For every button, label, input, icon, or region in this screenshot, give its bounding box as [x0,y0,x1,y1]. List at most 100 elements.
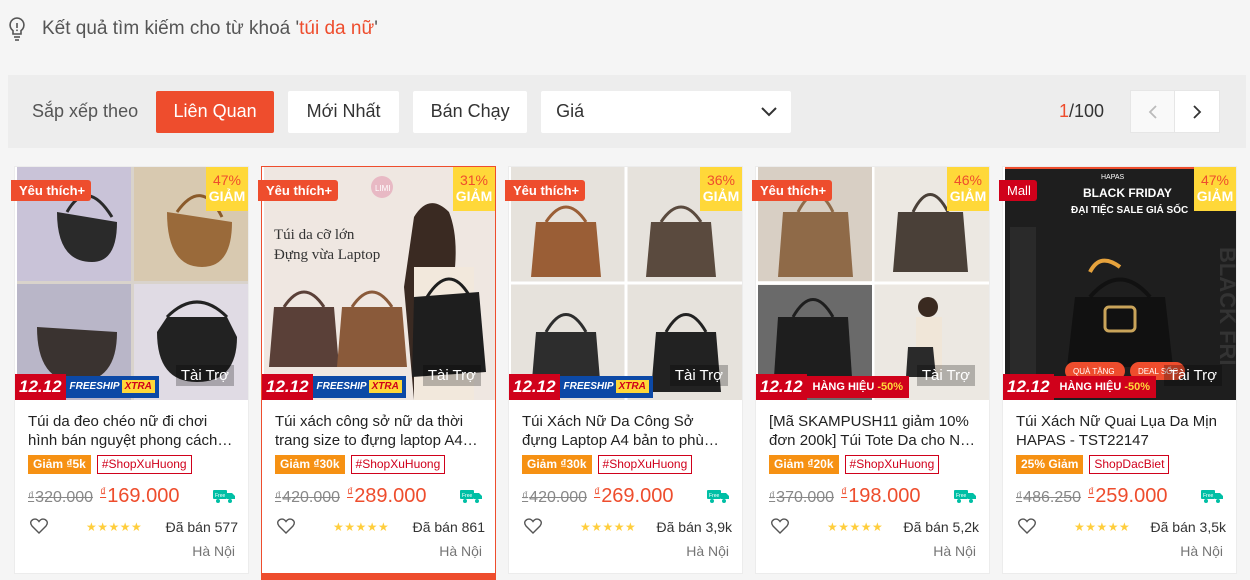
shop-location: Hà Nội [933,543,976,559]
promo-strip: 12.12 HÀNG HIỆU -50% [1003,374,1157,400]
discount-badge: 47% GIẢM [206,167,248,211]
discount-badge: 31% GIẢM [453,167,495,211]
original-price: ₫370.000 [769,489,835,506]
search-hint-text: Kết quả tìm kiếm cho từ khoá 'túi da nữ' [42,18,378,39]
price-sort-label: Giá [556,101,585,121]
search-keyword: túi da nữ [299,18,375,39]
find-similar-button[interactable] [261,573,496,580]
sale-price: ₫169.000 [100,485,180,507]
promo-strip: 12.12 HÀNG HIỆU -50% [756,374,910,400]
freeship-truck-icon: Free [706,486,730,504]
heart-icon[interactable] [524,518,544,536]
svg-text:BLACK FRIDAY: BLACK FRIDAY [1083,186,1172,200]
rating-stars: ★★★★★ [333,520,390,534]
chevron-right-icon [1193,104,1202,119]
original-price: ₫420.000 [275,489,341,506]
shop-location: Hà Nội [1180,543,1223,559]
promo-strip: 12.12 FREESHIP XTRA [262,374,406,400]
shop-voucher-tag: 25% Giảm [1016,455,1084,474]
promo-1212-label: 12.12 [262,374,313,400]
sort-label: Sắp xếp theo [32,101,139,121]
discount-badge: 46% GIẢM [947,167,989,211]
product-name[interactable]: Túi da đeo chéo nữ đi chơi hình bán nguy… [28,412,238,450]
freeship-truck-icon: Free [459,486,483,504]
sale-price: ₫269.000 [594,485,674,507]
rating-stars: ★★★★★ [580,520,637,534]
sold-count: Đã bán 577 [165,519,238,535]
price-sort-select[interactable]: Giá [541,90,792,133]
shop-hashtag: #ShopXuHuong [844,455,940,474]
page-total: /100 [1068,101,1104,121]
shop-voucher-tag: Giảm ₫20k [769,455,839,474]
product-card[interactable]: LIMI Túi da cỡ lớn Đựng vừa Laptop Yêu t… [258,166,496,580]
mall-badge: Mall [999,180,1037,201]
svg-text:Đựng vừa Laptop: Đựng vừa Laptop [274,247,380,263]
svg-text:BLACK FRI: BLACK FRI [1215,247,1236,366]
freeship-xtra-label: FREESHIP XTRA [559,376,653,398]
discount-badge: 36% GIẢM [700,167,742,211]
svg-text:Túi da cỡ lớn: Túi da cỡ lớn [274,227,355,243]
freeship-truck-icon: Free [1200,486,1224,504]
sold-count: Đã bán 3,5k [1150,519,1227,535]
search-result-hint: Kết quả tìm kiếm cho từ khoá 'túi da nữ' [0,0,1250,58]
rating-stars: ★★★★★ [1074,520,1131,534]
sort-relevance-button[interactable]: Liên Quan [156,90,275,133]
heart-icon[interactable] [30,518,50,536]
svg-text:Free: Free [956,493,967,499]
shop-location: Hà Nội [686,543,729,559]
product-name[interactable]: [Mã SKAMPUSH11 giảm 10% đơn 200k] Túi To… [769,412,979,450]
lightbulb-icon [6,16,28,42]
sponsored-label: Tài Trợ [422,365,481,386]
sale-price: ₫198.000 [841,485,921,507]
promo-1212-label: 12.12 [756,374,807,400]
freeship-truck-icon: Free [212,486,236,504]
brand-sale-label: HÀNG HIỆU -50% [806,376,910,398]
chevron-down-icon [761,101,777,122]
product-card[interactable]: Yêu thích+ 46% GIẢM Tài Trợ 12.12 HÀNG HI… [752,166,990,574]
sold-count: Đã bán 3,9k [656,519,733,535]
heart-icon[interactable] [771,518,791,536]
sponsored-label: Tài Trợ [1163,365,1222,386]
sort-bestselling-button[interactable]: Bán Chạy [413,90,528,133]
heart-icon[interactable] [1018,518,1038,536]
original-price: ₫486.250 [1016,489,1082,506]
sort-newest-button[interactable]: Mới Nhất [288,90,400,133]
page-current: 1 [1058,101,1069,121]
shop-voucher-tag: Giảm ₫30k [522,455,592,474]
product-name[interactable]: Túi Xách Nữ Quai Lụa Da Mịn HAPAS - TST2… [1016,412,1226,450]
rating-stars: ★★★★★ [86,520,143,534]
sort-bar: Sắp xếp theo Liên Quan Mới Nhất Bán Chạy… [8,75,1246,148]
original-price: ₫320.000 [28,489,94,506]
shop-hashtag: ShopDacBiet [1089,455,1170,474]
product-card[interactable]: Yêu thích+ 47% GIẢM Tài Trợ 12.12 FREESHI… [11,166,249,574]
favorite-plus-badge: Yêu thích+ [11,180,92,201]
promo-1212-label: 12.12 [509,374,560,400]
heart-icon[interactable] [277,518,297,536]
sale-price: ₫289.000 [347,485,427,507]
sponsored-label: Tài Trợ [669,365,728,386]
freeship-xtra-label: FREESHIP XTRA [65,376,159,398]
chevron-left-icon [1148,104,1157,119]
original-price: ₫420.000 [522,489,588,506]
shop-voucher-tag: Giảm ₫30k [275,455,345,474]
product-name[interactable]: Túi Xách Nữ Da Công Sở đựng Laptop A4 bả… [522,412,732,450]
sold-count: Đã bán 5,2k [903,519,980,535]
rating-stars: ★★★★★ [827,520,884,534]
promo-strip: 12.12 FREESHIP XTRA [15,374,159,400]
favorite-plus-badge: Yêu thích+ [505,180,586,201]
product-card[interactable]: Yêu thích+ 36% GIẢM Tài Trợ 12.12 FREESHI… [505,166,743,574]
shop-hashtag: #ShopXuHuong [350,455,446,474]
promo-1212-label: 12.12 [1003,374,1054,400]
favorite-plus-badge: Yêu thích+ [752,180,833,201]
promo-1212-label: 12.12 [15,374,66,400]
brand-sale-label: HÀNG HIỆU -50% [1053,376,1157,398]
next-page-button[interactable] [1175,90,1220,133]
product-card[interactable]: HAPAS BLACK FRIDAY ĐẠI TIỆC SALE GIÁ SỐC… [999,166,1237,574]
page-indicator: 1/100 [1059,75,1104,148]
shop-hashtag: #ShopXuHuong [597,455,693,474]
product-name[interactable]: Túi xách công sở nữ da thời trang size t… [275,412,485,450]
favorite-plus-badge: Yêu thích+ [258,180,339,201]
prev-page-button[interactable] [1130,90,1175,133]
shop-location: Hà Nội [192,543,235,559]
sold-count: Đã bán 861 [412,519,485,535]
